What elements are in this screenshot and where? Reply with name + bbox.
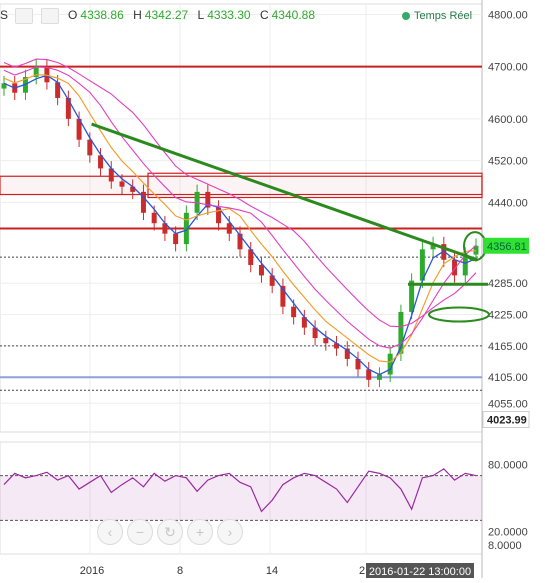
x-axis-label: 8 [177,565,183,577]
price-tick-label: 4600.00 [488,114,528,126]
chart-svg: 4800.00 4700.00 4600.00 4520.00 4440.00 4285.… [0,0,530,578]
open-value: 4338.86 [80,8,124,23]
extra-price-label: 4023.99 [487,414,527,426]
candle-body [376,374,382,380]
open-label: O [68,8,78,23]
candle-body [323,338,329,344]
live-dot-icon [402,12,410,21]
high-label: H [133,8,142,23]
candle-body [87,139,93,156]
close-label: C [259,8,269,23]
price-chart[interactable]: 4800.00 4700.00 4600.00 4520.00 4440.00 4285.… [0,0,545,578]
candle-body [44,66,50,83]
price-tick-label: 4800.00 [488,9,528,21]
price-tick-label: 4285.00 [488,278,528,290]
forward-icon[interactable]: › [217,519,243,545]
settings-icon[interactable] [40,8,59,24]
realtime-label: Temps Réel [414,10,473,22]
box-icon[interactable] [15,8,34,24]
x-axis-label: 14 [266,565,278,577]
resistance-zone [0,175,483,196]
rsi-tick-label: 20.0000 [488,527,528,539]
x-axis-label: 2 [359,565,365,577]
x-axis-label: 2016 [80,565,104,577]
low-label: L [197,8,205,23]
candle-body [291,306,297,318]
candle-body [173,233,179,245]
rsi-tick-label: 80.0000 [488,459,528,471]
zoom-in-icon[interactable]: + [187,519,213,545]
price-tick-label: 4055.00 [488,398,528,410]
price-tick-label: 4700.00 [488,62,528,74]
low-value: 4333.30 [207,8,251,23]
high-value: 4342.27 [144,8,189,23]
back-icon[interactable]: ‹ [97,519,123,545]
candle-body [65,97,71,119]
crosshair-time-label: 2016-01-22 13:00:00 [369,566,471,578]
candle-body [387,353,393,375]
rsi-tick-label: 8.0000 [488,540,522,552]
undo-icon[interactable]: − [127,519,153,545]
candle-body [258,264,264,276]
candle-body [151,212,157,224]
candle-body [119,181,125,187]
price-tick-label: 4520.00 [488,156,528,168]
price-tick-label: 4105.00 [488,372,528,384]
refresh-icon[interactable]: ↻ [157,519,183,545]
ohlc-readout: S O 4338.86 H 4342.27 L 4333.30 C 4340.88 [0,8,315,28]
realtime-indicator[interactable]: Temps Réel [402,10,472,22]
price-tick-label: 4165.00 [488,341,528,353]
close-value: 4340.88 [271,8,316,23]
current-price-label: 4356.81 [487,241,527,253]
symbol-fragment: S [0,8,9,23]
price-tick-label: 4440.00 [488,197,528,209]
price-tick-label: 4225.00 [488,310,528,322]
